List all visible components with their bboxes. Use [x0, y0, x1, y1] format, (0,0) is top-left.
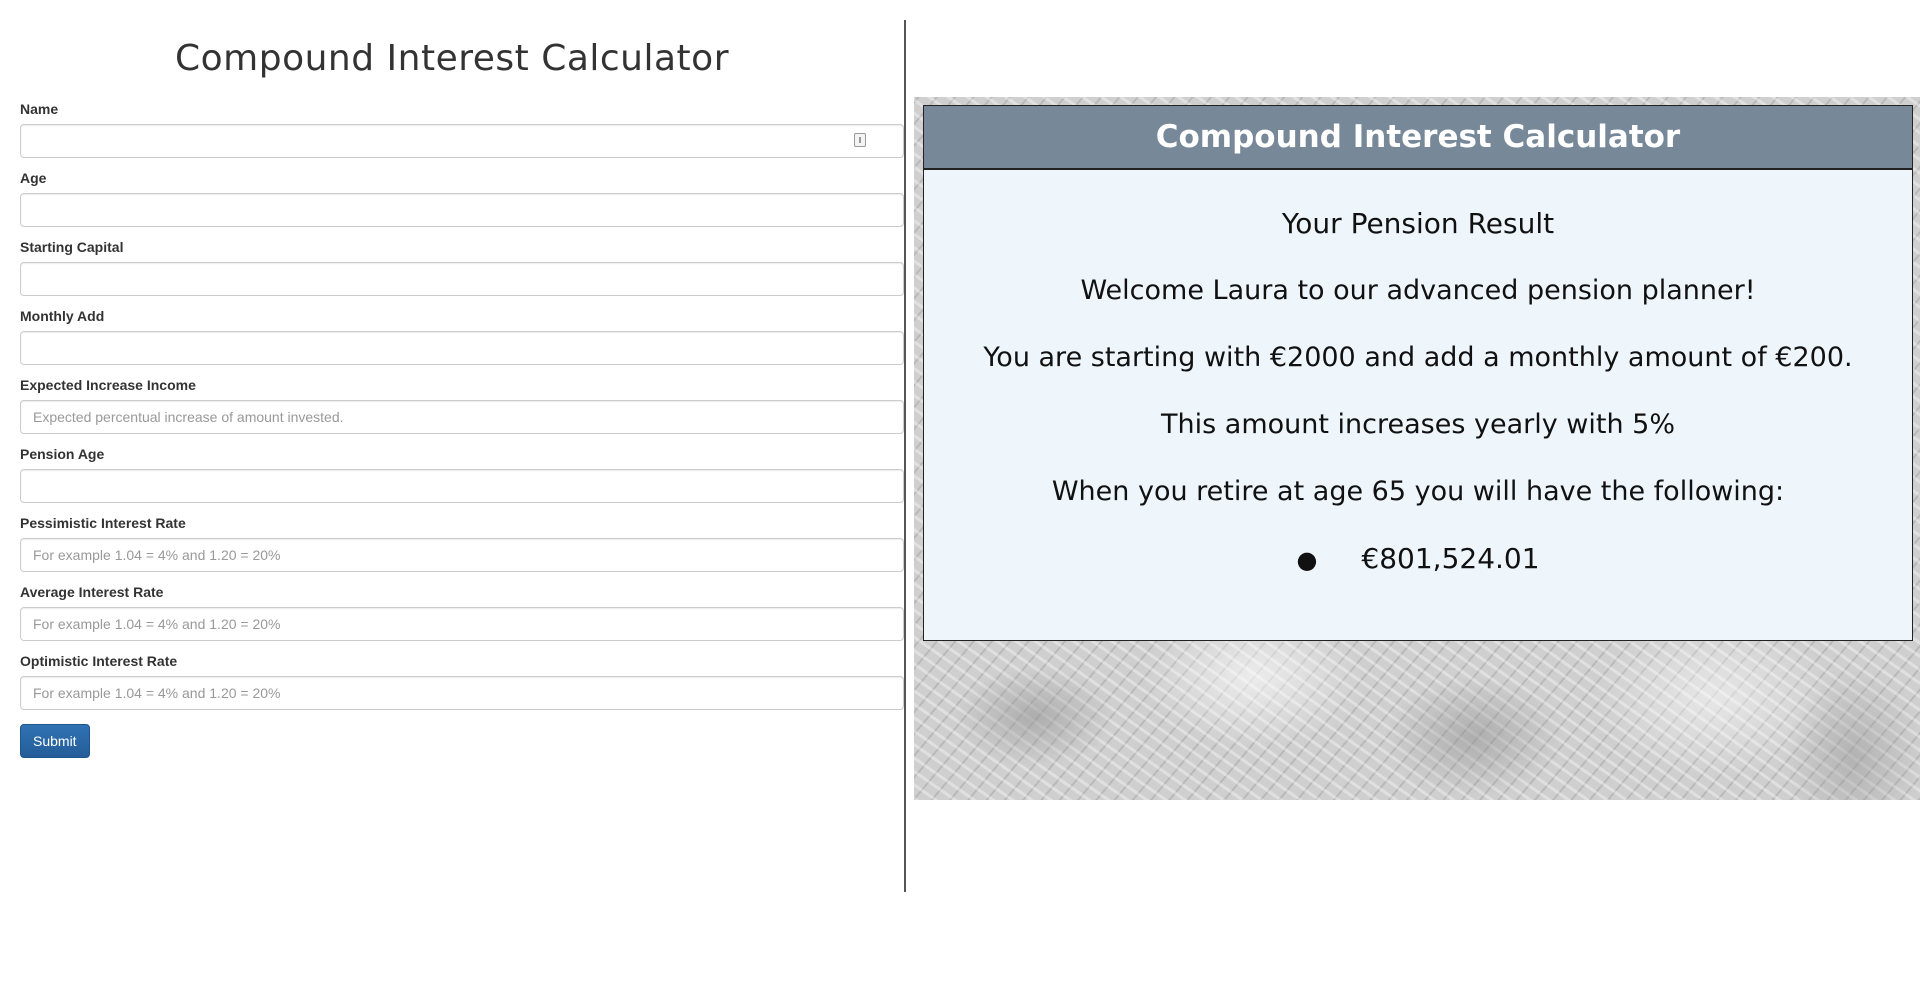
starting-capital-input[interactable]: [20, 262, 904, 296]
name-label: Name: [20, 101, 59, 117]
calculator-form: Name Age Starting Capital Monthly Add Ex…: [0, 101, 904, 758]
expected-increase-label: Expected Increase Income: [20, 377, 196, 393]
optimistic-rate-label: Optimistic Interest Rate: [20, 653, 178, 669]
starting-capital-field-group: Starting Capital: [20, 239, 904, 296]
monthly-add-field-group: Monthly Add: [20, 308, 904, 365]
age-field-group: Age: [20, 170, 904, 227]
result-box: Compound Interest Calculator Your Pensio…: [923, 105, 1913, 641]
pension-age-input[interactable]: [20, 469, 904, 503]
name-input[interactable]: [20, 124, 904, 158]
expected-increase-input[interactable]: [20, 400, 904, 434]
calculator-form-panel: Compound Interest Calculator Name Age St…: [0, 20, 906, 892]
average-rate-label: Average Interest Rate: [20, 584, 164, 600]
pessimistic-rate-field-group: Pessimistic Interest Rate: [20, 515, 904, 572]
monthly-add-input[interactable]: [20, 331, 904, 365]
bullet-icon: ●: [1296, 546, 1318, 574]
result-header: Compound Interest Calculator: [924, 106, 1912, 170]
submit-button[interactable]: Submit: [20, 724, 90, 758]
average-rate-field-group: Average Interest Rate: [20, 584, 904, 641]
age-label: Age: [20, 170, 47, 186]
result-body: Your Pension Result Welcome Laura to our…: [924, 190, 1912, 592]
starting-text: You are starting with €2000 and add a mo…: [983, 342, 1853, 373]
retire-text: When you retire at age 65 you will have …: [1051, 476, 1785, 507]
name-field-group: Name: [20, 101, 904, 158]
pessimistic-rate-input[interactable]: [20, 538, 904, 572]
increase-text: This amount increases yearly with 5%: [1161, 409, 1675, 440]
starting-capital-label: Starting Capital: [20, 239, 124, 255]
list-item: ● €801,524.01: [924, 525, 1912, 592]
optimistic-rate-input[interactable]: [20, 676, 904, 710]
amount-value: €801,524.01: [1361, 542, 1540, 575]
monthly-add-label: Monthly Add: [20, 308, 105, 324]
welcome-text: Welcome Laura to our advanced pension pl…: [1080, 275, 1756, 306]
age-input[interactable]: [20, 193, 904, 227]
average-rate-input[interactable]: [20, 607, 904, 641]
result-panel-background: Compound Interest Calculator Your Pensio…: [914, 97, 1920, 800]
pessimistic-rate-label: Pessimistic Interest Rate: [20, 515, 186, 531]
result-title: Your Pension Result: [1281, 207, 1555, 240]
amount-list: ● €801,524.01: [924, 525, 1912, 592]
autofill-contact-icon[interactable]: [854, 133, 866, 147]
optimistic-rate-field-group: Optimistic Interest Rate: [20, 653, 904, 710]
pension-age-field-group: Pension Age: [20, 446, 904, 503]
pension-age-label: Pension Age: [20, 446, 105, 462]
expected-increase-field-group: Expected Increase Income: [20, 377, 904, 434]
page-title: Compound Interest Calculator: [174, 38, 730, 79]
